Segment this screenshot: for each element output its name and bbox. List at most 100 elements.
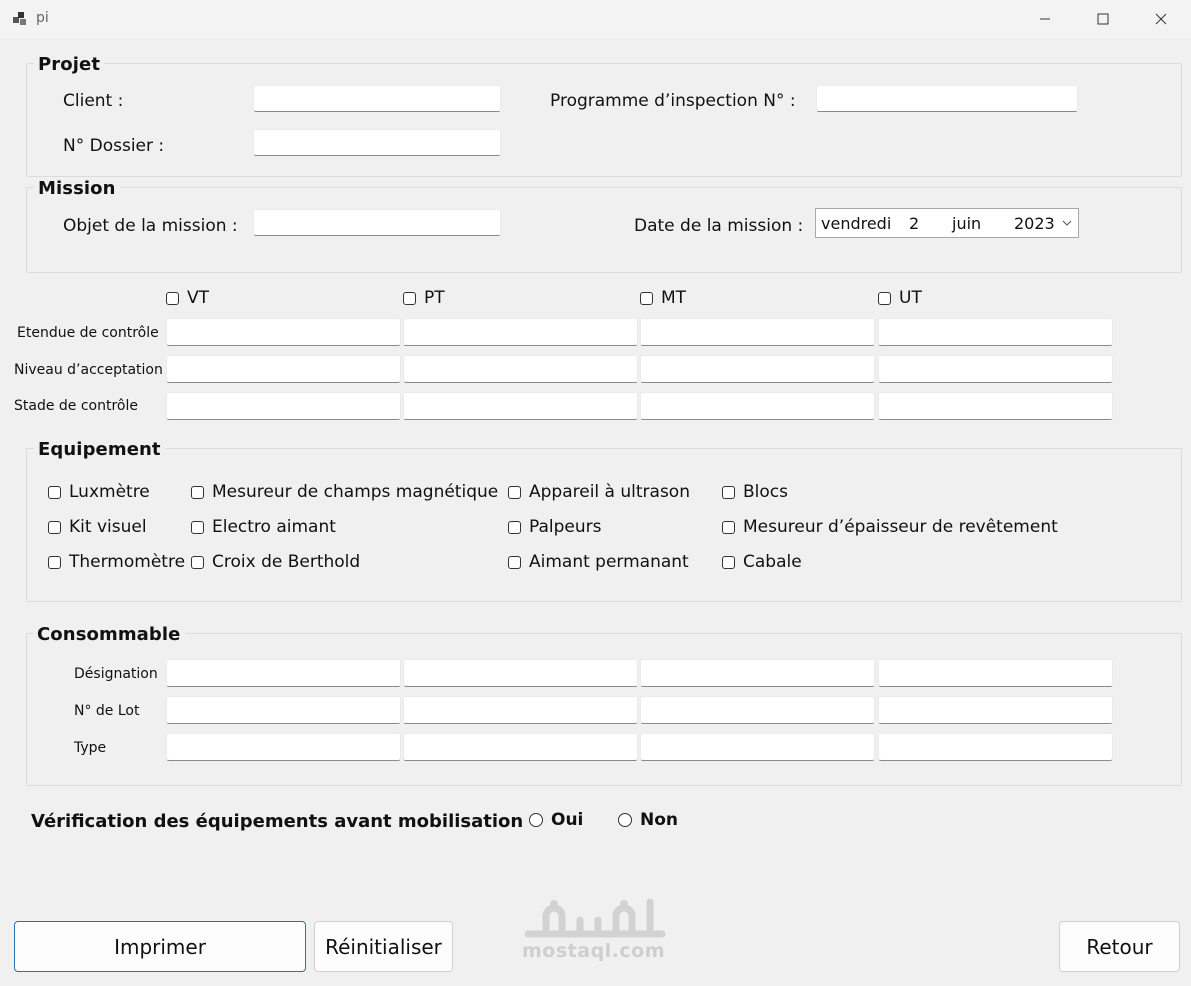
stade-pt-input[interactable] (403, 392, 638, 420)
projet-title: Projet (34, 54, 105, 75)
checkbox-icon (722, 520, 735, 534)
niveau-mt-input[interactable] (640, 355, 875, 383)
etendue-mt-input[interactable] (640, 318, 875, 346)
mostaql-logo (524, 898, 666, 938)
verification-label: Vérification des équipements avant mobil… (31, 811, 524, 832)
designation-input-3[interactable] (640, 659, 875, 687)
lot-label: N° de Lot (74, 703, 140, 719)
checkbox-icon (878, 291, 891, 305)
chevron-down-icon (1062, 220, 1072, 226)
equip-appareil-ultrason-checkbox[interactable]: Appareil à ultrason (508, 482, 690, 502)
niveau-ut-input[interactable] (878, 355, 1113, 383)
type-label: Type (74, 740, 107, 756)
checkbox-icon (722, 485, 735, 499)
type-input-2[interactable] (403, 733, 638, 761)
niveau-label: Niveau d’acceptation (14, 362, 163, 378)
objet-input[interactable] (253, 209, 501, 236)
etendue-label: Etendue de contrôle (17, 325, 159, 341)
designation-input-4[interactable] (878, 659, 1113, 687)
etendue-ut-input[interactable] (878, 318, 1113, 346)
retour-button[interactable]: Retour (1059, 921, 1180, 972)
projet-group (26, 63, 1182, 177)
etendue-vt-input[interactable] (166, 318, 401, 346)
app-icon (13, 12, 26, 25)
checkbox-icon (403, 291, 416, 305)
equip-cabale-checkbox[interactable]: Cabale (722, 552, 802, 572)
lot-input-3[interactable] (640, 696, 875, 724)
maximize-icon (1097, 13, 1109, 25)
programme-label: Programme d’inspection N° : (550, 91, 796, 111)
stade-vt-input[interactable] (166, 392, 401, 420)
equipement-title: Equipement (34, 439, 165, 460)
etendue-pt-input[interactable] (403, 318, 638, 346)
lot-input-4[interactable] (878, 696, 1113, 724)
watermark-text: mostaql.com (522, 940, 666, 962)
checkbox-icon (191, 555, 204, 569)
date-month: juin (952, 214, 982, 233)
method-pt-checkbox[interactable]: PT (403, 288, 445, 308)
equip-mesureur-champs-checkbox[interactable]: Mesureur de champs magnétique (191, 482, 498, 502)
radio-icon (618, 813, 632, 827)
checkbox-icon (166, 291, 179, 305)
checkbox-icon (48, 555, 61, 569)
dossier-label: N° Dossier : (63, 136, 165, 156)
checkbox-icon (508, 485, 521, 499)
date-label: Date de la mission : (634, 216, 804, 236)
reinitialiser-button[interactable]: Réinitialiser (314, 921, 453, 972)
title-bar: pi (0, 0, 1191, 38)
close-icon (1155, 13, 1167, 25)
mission-title: Mission (34, 178, 120, 199)
checkbox-icon (191, 520, 204, 534)
checkbox-icon (48, 520, 61, 534)
checkbox-icon (508, 520, 521, 534)
window-title: pi (36, 10, 49, 26)
equip-mesureur-epaisseur-checkbox[interactable]: Mesureur d’épaisseur de revêtement (722, 517, 1058, 537)
oui-radio[interactable]: Oui (529, 810, 583, 830)
designation-label: Désignation (74, 666, 158, 682)
stade-ut-input[interactable] (878, 392, 1113, 420)
lot-input-1[interactable] (166, 696, 401, 724)
niveau-pt-input[interactable] (403, 355, 638, 383)
type-input-4[interactable] (878, 733, 1113, 761)
type-input-1[interactable] (166, 733, 401, 761)
method-mt-checkbox[interactable]: MT (640, 288, 686, 308)
niveau-vt-input[interactable] (166, 355, 401, 383)
equip-electro-aimant-checkbox[interactable]: Electro aimant (191, 517, 336, 537)
equip-croix-berthold-checkbox[interactable]: Croix de Berthold (191, 552, 360, 572)
date-day: 2 (909, 214, 920, 233)
checkbox-icon (722, 555, 735, 569)
equip-palpeurs-checkbox[interactable]: Palpeurs (508, 517, 602, 537)
objet-label: Objet de la mission : (63, 216, 238, 236)
consommable-title: Consommable (33, 624, 185, 645)
radio-icon (529, 813, 543, 827)
stade-mt-input[interactable] (640, 392, 875, 420)
client-input[interactable] (253, 85, 501, 112)
client-label: Client : (63, 91, 124, 111)
dossier-input[interactable] (253, 129, 501, 156)
minimize-button[interactable] (1016, 0, 1074, 38)
equip-thermometre-checkbox[interactable]: Thermomètre (48, 552, 185, 572)
equip-blocs-checkbox[interactable]: Blocs (722, 482, 788, 502)
type-input-3[interactable] (640, 733, 875, 761)
method-vt-checkbox[interactable]: VT (166, 288, 209, 308)
checkbox-icon (640, 291, 653, 305)
checkbox-icon (191, 485, 204, 499)
programme-input[interactable] (816, 85, 1078, 112)
non-radio[interactable]: Non (618, 810, 678, 830)
date-picker[interactable]: vendredi 2 juin 2023 (815, 208, 1079, 238)
imprimer-button[interactable]: Imprimer (14, 921, 306, 972)
equip-luxmetre-checkbox[interactable]: Luxmètre (48, 482, 150, 502)
designation-input-2[interactable] (403, 659, 638, 687)
equip-aimant-permanant-checkbox[interactable]: Aimant permanant (508, 552, 689, 572)
equip-kit-visuel-checkbox[interactable]: Kit visuel (48, 517, 147, 537)
close-button[interactable] (1132, 0, 1190, 38)
date-weekday: vendredi (821, 214, 892, 233)
maximize-button[interactable] (1074, 0, 1132, 38)
checkbox-icon (508, 555, 521, 569)
checkbox-icon (48, 485, 61, 499)
stade-label: Stade de contrôle (14, 398, 138, 414)
lot-input-2[interactable] (403, 696, 638, 724)
minimize-icon (1040, 18, 1050, 20)
designation-input-1[interactable] (166, 659, 401, 687)
method-ut-checkbox[interactable]: UT (878, 288, 922, 308)
